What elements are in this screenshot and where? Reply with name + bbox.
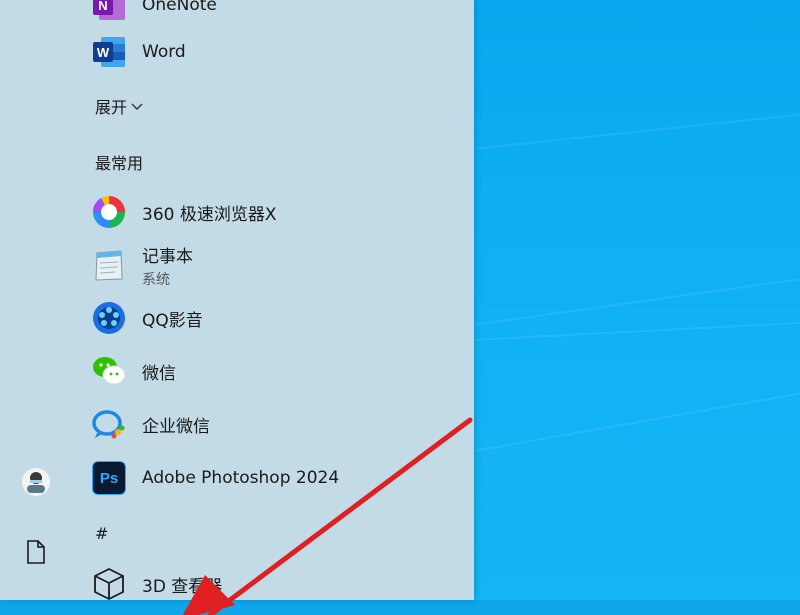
chevron-down-icon — [131, 103, 143, 110]
app-item-notepad[interactable]: 记事本 系统 — [90, 240, 470, 290]
onenote-icon: N — [93, 0, 125, 20]
app-item-qq-player[interactable]: QQ影音 — [90, 295, 470, 341]
documents-button[interactable] — [18, 534, 54, 570]
svg-text:W: W — [97, 45, 110, 60]
qq-player-icon — [93, 302, 125, 334]
app-item-word[interactable]: W Word — [90, 29, 470, 75]
expand-label: 展开 — [95, 98, 128, 117]
app-subtitle: 系统 — [142, 271, 170, 288]
photoshop-badge: Ps — [99, 469, 119, 487]
3d-viewer-icon — [94, 568, 124, 600]
app-name: 微信 — [142, 363, 176, 384]
expand-button[interactable]: 展开 — [95, 94, 143, 118]
app-name: Word — [142, 42, 186, 62]
start-menu: N OneNote W Word 展开 最常用 360 极速浏览器X 记事本 系… — [0, 0, 474, 600]
app-name: 记事本 — [142, 246, 193, 267]
wechat-icon — [93, 357, 126, 385]
section-heading-hash: # — [95, 524, 109, 543]
photoshop-icon: Ps — [92, 461, 126, 495]
360-browser-icon — [92, 196, 125, 228]
wecom-icon — [92, 410, 125, 439]
app-name: OneNote — [142, 0, 217, 15]
user-avatar-icon — [22, 468, 50, 496]
app-name: 企业微信 — [142, 416, 210, 437]
app-name: 3D 查看器 — [142, 576, 223, 597]
app-name: QQ影音 — [142, 310, 203, 331]
document-icon — [27, 540, 45, 564]
app-item-photoshop[interactable]: Ps Adobe Photoshop 2024 — [90, 455, 470, 501]
desktop-background — [474, 0, 800, 600]
app-item-360-browser[interactable]: 360 极速浏览器X — [90, 189, 470, 235]
app-item-wecom[interactable]: 企业微信 — [90, 401, 470, 447]
app-item-3d-viewer[interactable]: 3D 查看器 — [90, 561, 470, 607]
app-name: 360 极速浏览器X — [142, 204, 277, 225]
app-item-onenote[interactable]: N OneNote — [90, 0, 470, 28]
app-list: N OneNote W Word 展开 最常用 360 极速浏览器X 记事本 系… — [72, 0, 474, 600]
app-item-wechat[interactable]: 微信 — [90, 348, 470, 394]
section-heading-most-used: 最常用 — [95, 154, 144, 173]
notepad-icon — [95, 250, 123, 281]
app-name: Adobe Photoshop 2024 — [142, 468, 340, 488]
svg-text:N: N — [98, 0, 107, 13]
start-menu-rail — [0, 0, 72, 600]
user-avatar-button[interactable] — [18, 464, 54, 500]
word-icon: W — [93, 37, 125, 67]
